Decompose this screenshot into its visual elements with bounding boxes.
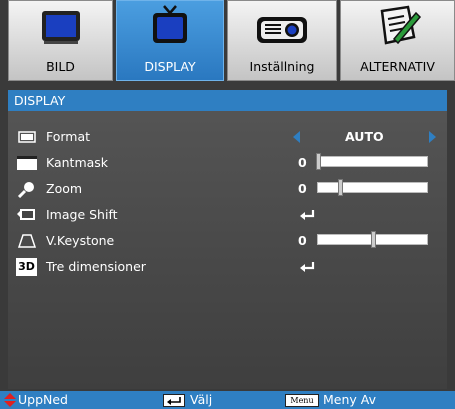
kantmask-slider[interactable] xyxy=(316,153,428,170)
menu-item-3d[interactable]: 3D Tre dimensioner xyxy=(8,254,447,280)
menu-item-format[interactable]: Format AUTO xyxy=(8,124,447,150)
slider-value: 0 xyxy=(298,155,307,170)
up-down-arrow-icon xyxy=(4,393,16,407)
osd-menu: BILD DISPLAY Inställning ALTERNATIV DISP… xyxy=(0,0,455,409)
tab-label: DISPLAY xyxy=(144,59,196,74)
tab-bild[interactable]: BILD xyxy=(8,0,113,81)
slider-knob[interactable] xyxy=(337,179,343,196)
format-icon xyxy=(18,131,36,143)
edge-mask-icon xyxy=(17,156,37,170)
notepad-icon xyxy=(380,5,421,45)
slider-value: 0 xyxy=(298,181,307,196)
menu-item-v-keystone[interactable]: V.Keystone 0 xyxy=(8,228,447,254)
keystone-slider[interactable] xyxy=(317,231,428,248)
monitor-icon xyxy=(41,11,80,44)
row-label: Format xyxy=(46,129,91,144)
footer-bar: UppNed Välj Menu Meny Av xyxy=(0,391,455,409)
3d-icon: 3D xyxy=(16,258,37,276)
tab-alternativ[interactable]: ALTERNATIV xyxy=(340,0,455,81)
slider-knob[interactable] xyxy=(370,231,376,248)
row-label: Zoom xyxy=(46,181,83,196)
panel-title: DISPLAY xyxy=(8,90,447,111)
menu-item-kantmask[interactable]: Kantmask 0 xyxy=(8,150,447,176)
tab-installning[interactable]: Inställning xyxy=(227,0,337,81)
tab-display[interactable]: DISPLAY xyxy=(116,0,224,81)
row-label: Tre dimensioner xyxy=(46,259,146,274)
tab-label: ALTERNATIV xyxy=(360,59,435,74)
projector-icon xyxy=(257,17,307,43)
slider-knob[interactable] xyxy=(316,153,321,170)
tab-label: Inställning xyxy=(249,59,315,74)
enter-key-icon xyxy=(163,394,185,407)
arrow-right-icon[interactable] xyxy=(429,131,436,143)
enter-icon[interactable] xyxy=(299,261,315,273)
menu-item-zoom[interactable]: Zoom 0 xyxy=(8,176,447,202)
tv-icon xyxy=(153,5,187,43)
tab-bar: BILD DISPLAY Inställning ALTERNATIV xyxy=(8,0,455,81)
row-label: Kantmask xyxy=(46,155,109,170)
footer-menu-off: Meny Av xyxy=(323,392,376,407)
menu-key-icon: Menu xyxy=(285,394,319,407)
enter-icon[interactable] xyxy=(299,209,315,221)
magnifier-icon xyxy=(17,182,34,198)
zoom-slider[interactable] xyxy=(317,179,428,196)
image-shift-icon xyxy=(17,209,35,220)
row-label: Image Shift xyxy=(46,207,118,222)
menu-item-image-shift[interactable]: Image Shift xyxy=(8,202,447,228)
row-label: V.Keystone xyxy=(46,233,115,248)
footer-select: Välj xyxy=(190,392,213,407)
footer-updown: UppNed xyxy=(18,392,68,407)
keystone-icon xyxy=(17,234,37,248)
format-value: AUTO xyxy=(345,129,384,144)
arrow-left-icon[interactable] xyxy=(293,131,300,143)
slider-value: 0 xyxy=(298,233,307,248)
tab-label: BILD xyxy=(46,59,75,74)
display-panel: DISPLAY Format AUTO Kantmask 0 Zoom 0 Im… xyxy=(8,90,447,389)
